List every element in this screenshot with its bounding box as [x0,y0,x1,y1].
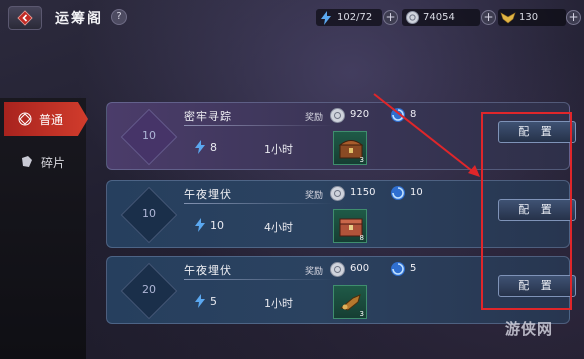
coin-value: 74054 [423,12,455,23]
level-value: 10 [142,207,156,220]
fragment-icon [22,156,32,167]
top-bar: 运筹阁 ? 102/72 + 74054 + 130 + [0,0,584,36]
energy-cost: 8 [210,140,217,154]
tab-fragment[interactable]: 碎片 [4,148,82,176]
task-duration: 1小时 [264,297,293,310]
energy-requirement: 8 [194,140,217,154]
reward-label: 奖励 [305,267,324,277]
reward-swirl: 8 [410,109,417,120]
task-name: 密牢寻踪 [184,110,232,123]
coin-icon [330,186,345,201]
item-count: 8 [359,234,364,242]
coin-icon [404,10,420,26]
wings-value: 130 [519,12,539,23]
swirl-icon [391,108,405,122]
tab-normal-label: 普通 [39,112,64,127]
energy-requirement: 5 [194,294,217,308]
coin-icon [330,262,345,277]
diamond-icon [18,112,32,126]
reward-swirl: 10 [410,187,423,198]
add-wings-button[interactable]: + [566,10,581,25]
task-duration: 4小时 [264,221,293,234]
energy-requirement: 10 [194,218,224,232]
reward-item[interactable]: 3 [333,131,367,165]
reward-coins: 600 [350,263,370,274]
coin-icon [330,108,345,123]
level-value: 10 [142,129,156,142]
energy-value: 102/72 [337,12,373,23]
add-coin-button[interactable]: + [481,10,496,25]
lightning-icon [318,10,334,26]
wings-counter: 130 [498,9,566,26]
lightning-icon [195,218,205,232]
reward-label: 奖励 [305,191,324,201]
energy-counter: 102/72 [316,9,382,26]
swirl-icon [391,262,405,276]
task-name: 午夜埋伏 [184,264,232,277]
help-icon[interactable]: ? [111,9,127,25]
highlight-box [481,112,572,310]
wings-icon [500,10,516,26]
reward-swirl: 5 [410,263,417,274]
level-badge: 10 [119,107,179,167]
task-name: 午夜埋伏 [184,188,232,201]
item-count: 3 [359,156,364,164]
sidebar [0,98,86,359]
level-value: 20 [142,283,156,296]
reward-item[interactable]: 3 [333,285,367,319]
lightning-icon [195,294,205,308]
reward-item[interactable]: 8 [333,209,367,243]
back-arrow-icon [17,10,33,26]
back-button[interactable] [8,6,42,30]
swirl-icon [391,186,405,200]
reward-label: 奖励 [305,113,324,123]
add-energy-button[interactable]: + [383,10,398,25]
coin-counter: 74054 [402,9,480,26]
lightning-icon [195,140,205,154]
energy-cost: 5 [210,294,217,308]
reward-coins: 1150 [350,187,376,198]
reward-coins: 920 [350,109,370,120]
tab-fragment-label: 碎片 [41,155,66,170]
energy-cost: 10 [210,218,224,232]
item-count: 3 [359,310,364,318]
task-duration: 1小时 [264,143,293,156]
level-badge: 10 [119,185,179,245]
level-badge: 20 [119,261,179,321]
watermark: 游侠网 [505,320,554,338]
page-title: 运筹阁 [55,11,103,27]
tab-normal[interactable]: 普通 [4,102,88,136]
